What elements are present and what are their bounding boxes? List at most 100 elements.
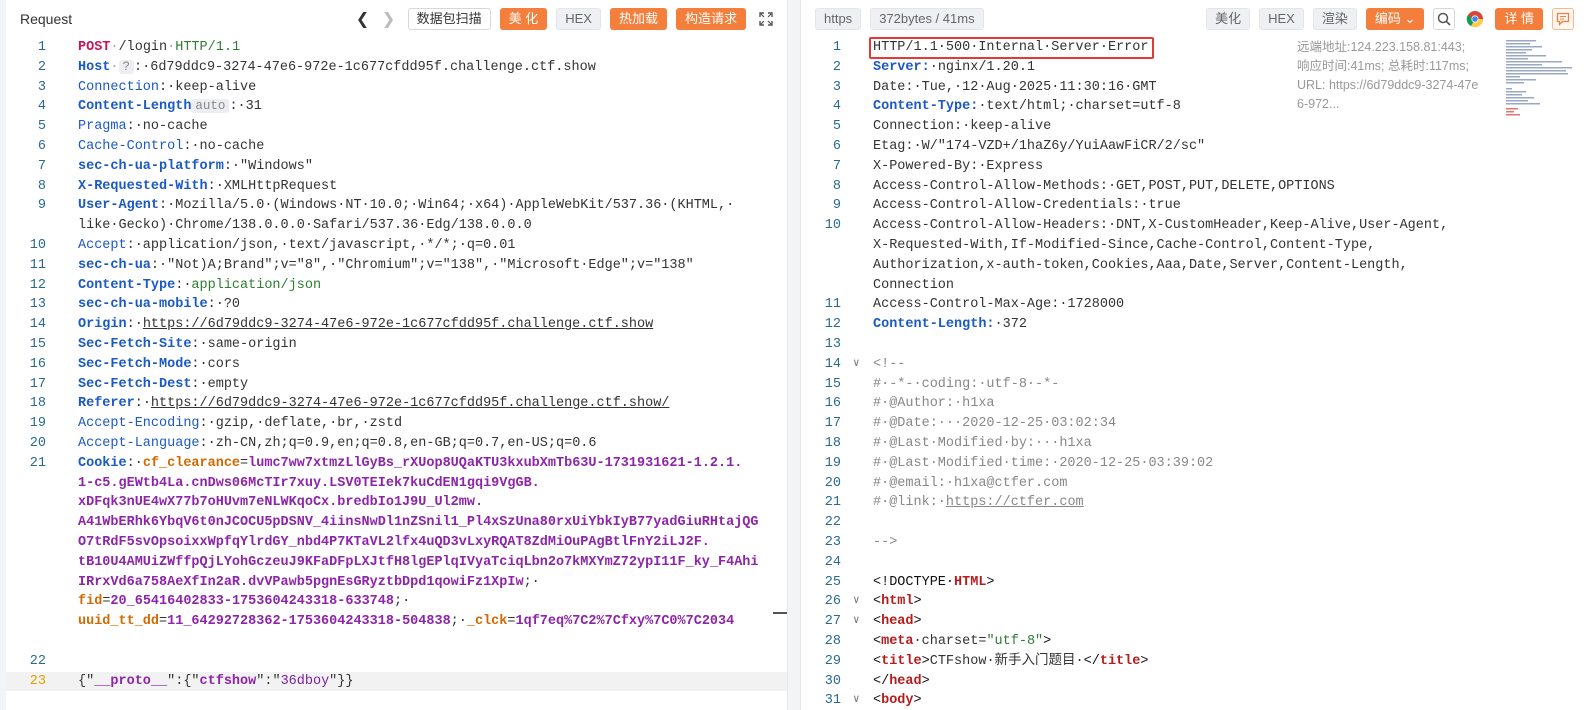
- fold-chevron-icon[interactable]: ∨: [853, 592, 860, 612]
- fold-chevron-icon[interactable]: ∨: [853, 612, 860, 632]
- code-line[interactable]: 12 Content-Type:·application/json: [6, 276, 787, 296]
- code-line[interactable]: 21 Cookie:·cf_clearance=lumc7ww7xtmzLlGyB…: [6, 454, 787, 474]
- code-line[interactable]: 9 Access-Control-Allow-Credentials:·true: [801, 196, 1584, 216]
- code-line[interactable]: 31 ∨ <body>: [801, 691, 1584, 710]
- fold-chevron-icon[interactable]: ∨: [853, 691, 860, 710]
- code-line[interactable]: 10 Accept:·application/json,·text/javascr…: [6, 236, 787, 256]
- code-line[interactable]: Authorization,x-auth-token,Cookies,Aaa,D…: [801, 256, 1584, 276]
- code-line[interactable]: 11 sec-ch-ua:·"Not)A;Brand";v="8",·"Chrom…: [6, 256, 787, 276]
- code-line[interactable]: tB10U4AMUiZWffpQjLYohGczeuJ9KFaDFpLXJtfH…: [6, 553, 787, 573]
- code-line[interactable]: 13 sec-ch-ua-mobile:·?0: [6, 295, 787, 315]
- code-line[interactable]: 22: [6, 652, 787, 672]
- detail-button[interactable]: 详 情: [1495, 8, 1543, 30]
- code-line[interactable]: fid=20_65416402833-1753604243318-633748;…: [6, 592, 787, 612]
- code-line[interactable]: 10 Access-Control-Allow-Headers:·DNT,X-Cu…: [801, 216, 1584, 236]
- forward-arrow-icon[interactable]: ❯: [379, 8, 399, 30]
- code-text: A41WbERhk6YbqV6t0nJCOCU5pDSNV_4iinsNwDl1…: [78, 513, 759, 533]
- code-line[interactable]: 15 Sec-Fetch-Site:·same-origin: [6, 335, 787, 355]
- code-line[interactable]: 4 Content-Length auto:·31: [6, 97, 787, 117]
- code-line[interactable]: 16 #·@Author:·h1xa: [801, 394, 1584, 414]
- code-line[interactable]: uuid_tt_dd=11_64292728362-1753604243318-…: [6, 612, 787, 632]
- code-token: >: [921, 673, 930, 689]
- code-token: >: [1043, 634, 1052, 649]
- code-text: X-Powered-By:·Express: [873, 157, 1043, 177]
- code-line[interactable]: 30 </head>: [801, 672, 1584, 692]
- code-line[interactable]: 18 Referer:·https://6d79ddc9-3274-47e6-97…: [6, 394, 787, 414]
- code-line[interactable]: A41WbERhk6YbqV6t0nJCOCU5pDSNV_4iinsNwDl1…: [6, 513, 787, 533]
- code-line[interactable]: 27 ∨ <head>: [801, 612, 1584, 632]
- code-line[interactable]: 17 #·@Date:···2020-12-25·03:02:34: [801, 414, 1584, 434]
- code-line[interactable]: 2 Server:·nginx/1.20.1: [801, 58, 1584, 78]
- expand-icon[interactable]: [755, 8, 777, 30]
- code-line[interactable]: IRrxVd6a758AeXfIn2aR.dvVPawb5pgnEsGRyztb…: [6, 573, 787, 593]
- code-line[interactable]: 17 Sec-Fetch-Dest:·empty: [6, 375, 787, 395]
- code-token: https://ctfer.com: [945, 495, 1084, 511]
- code-line[interactable]: 15 #·-*-·coding:·utf-8·-*-: [801, 375, 1584, 395]
- code-line[interactable]: O7tRdF5svOpsoixxWpfqYlrdGY_nbd4P7KTaVL2l…: [6, 533, 787, 553]
- code-line[interactable]: 8 X-Requested-With:·XMLHttpRequest: [6, 177, 787, 197]
- code-line[interactable]: 29 <title>CTFshow·新手入门题目·</title>: [801, 652, 1584, 672]
- code-token: application/json: [191, 277, 322, 293]
- code-line[interactable]: 19 Accept-Encoding:·gzip,·deflate,·br,·zs…: [6, 414, 787, 434]
- scrollbar[interactable]: [773, 612, 787, 614]
- code-line[interactable]: 6 Etag:·W/"174-VZD+/1haZ6y/YuiAawFiCR/2/s…: [801, 137, 1584, 157]
- encoding-dropdown[interactable]: 编码 ⌄: [1365, 8, 1425, 30]
- code-line[interactable]: 6 Cache-Control:·no-cache: [6, 137, 787, 157]
- code-line[interactable]: 23 -->: [801, 533, 1584, 553]
- code-line[interactable]: xDFqk3nUE4wX77b7oHUvm7eNLWKqoCx.bredbIo1…: [6, 493, 787, 513]
- chrome-icon[interactable]: [1464, 8, 1486, 30]
- render-button[interactable]: 渲染: [1312, 8, 1357, 30]
- code-line[interactable]: 23 {"__proto__":{"ctfshow":"36dboy"}}: [6, 671, 787, 692]
- code-line[interactable]: 21 #·@link:·https://ctfer.com: [801, 493, 1584, 513]
- code-line[interactable]: 3 Connection:·keep-alive: [6, 78, 787, 98]
- code-line[interactable]: 2 Host·?:·6d79ddc9-3274-47e6-972e-1c677cf…: [6, 58, 787, 78]
- code-token: Content-Length: [78, 99, 192, 115]
- code-line[interactable]: 14 Origin:·https://6d79ddc9-3274-47e6-972…: [6, 315, 787, 335]
- line-number: 7: [37, 158, 46, 174]
- code-token: :·: [126, 317, 143, 333]
- code-line[interactable]: 1 POST·/login·HTTP/1.1: [6, 38, 787, 58]
- code-line[interactable]: 14 ∨ <!--: [801, 355, 1584, 375]
- build-request-button[interactable]: 构造请求: [675, 8, 746, 30]
- code-line[interactable]: 25 <!DOCTYPE·HTML>: [801, 573, 1584, 593]
- code-line[interactable]: 7 sec-ch-ua-platform:·"Windows": [6, 157, 787, 177]
- code-line[interactable]: 22: [801, 513, 1584, 533]
- code-line[interactable]: 12 Content-Length:·372: [801, 315, 1584, 335]
- code-line[interactable]: 26 ∨ <html>: [801, 592, 1584, 612]
- code-text: <title>CTFshow·新手入门题目·</title>: [873, 652, 1148, 672]
- code-line[interactable]: 5 Connection:·keep-alive: [801, 117, 1584, 137]
- code-line[interactable]: [6, 632, 787, 652]
- hot-reload-button[interactable]: 热加载: [609, 8, 667, 30]
- code-line[interactable]: 24: [801, 553, 1584, 573]
- code-line[interactable]: 3 Date:·Tue,·12·Aug·2025·11:30:16·GMT: [801, 78, 1584, 98]
- code-line[interactable]: 28 <meta·charset="utf-8">: [801, 632, 1584, 652]
- code-line[interactable]: 8 Access-Control-Allow-Methods:·GET,POST,…: [801, 177, 1584, 197]
- code-line[interactable]: 16 Sec-Fetch-Mode:·cors: [6, 355, 787, 375]
- beautify-button[interactable]: 美化: [1206, 8, 1251, 30]
- code-text: Content-Type:·application/json: [78, 276, 321, 296]
- comment-icon[interactable]: [1552, 8, 1574, 30]
- back-arrow-icon[interactable]: ❮: [353, 8, 373, 30]
- code-line[interactable]: 4 Content-Type:·text/html;·charset=utf-8: [801, 97, 1584, 117]
- code-line[interactable]: 18 #·@Last·Modified·by:···h1xa: [801, 434, 1584, 454]
- beautify-button[interactable]: 美 化: [499, 8, 548, 30]
- code-line[interactable]: 20 #·@email:·h1xa@ctfer.com: [801, 474, 1584, 494]
- fold-chevron-icon[interactable]: ∨: [853, 355, 860, 375]
- code-line[interactable]: 13: [801, 335, 1584, 355]
- code-line[interactable]: Connection: [801, 276, 1584, 296]
- code-line[interactable]: like·Gecko)·Chrome/138.0.0.0·Safari/537.…: [6, 216, 787, 236]
- packet-scan-button[interactable]: 数据包扫描: [407, 8, 491, 30]
- code-line[interactable]: 1-c5.gEWtb4La.cnDws06McTIr7xuy.LSV0TEIek…: [6, 474, 787, 494]
- code-line[interactable]: X-Requested-With,If-Modified-Since,Cache…: [801, 236, 1584, 256]
- request-editor[interactable]: 1 POST·/login·HTTP/1.1 2 Host·?:·6d79ddc9-3…: [6, 38, 787, 710]
- code-line[interactable]: 11 Access-Control-Max-Age:·1728000: [801, 295, 1584, 315]
- hex-button[interactable]: HEX: [556, 8, 601, 30]
- hex-button[interactable]: HEX: [1259, 8, 1304, 30]
- response-editor[interactable]: 远端地址:124.223.158.81:443; 响应时间:41ms; 总耗时:…: [801, 37, 1584, 710]
- code-line[interactable]: 19 #·@Last·Modified·time:·2020-12-25·03:3…: [801, 454, 1584, 474]
- code-line[interactable]: 9 User-Agent:·Mozilla/5.0·(Windows·NT·10.…: [6, 196, 787, 216]
- code-line[interactable]: 7 X-Powered-By:·Express: [801, 157, 1584, 177]
- code-line[interactable]: 5 Pragma:·no-cache: [6, 117, 787, 137]
- code-line[interactable]: 20 Accept-Language:·zh-CN,zh;q=0.9,en;q=0…: [6, 434, 787, 454]
- search-icon[interactable]: [1433, 8, 1456, 30]
